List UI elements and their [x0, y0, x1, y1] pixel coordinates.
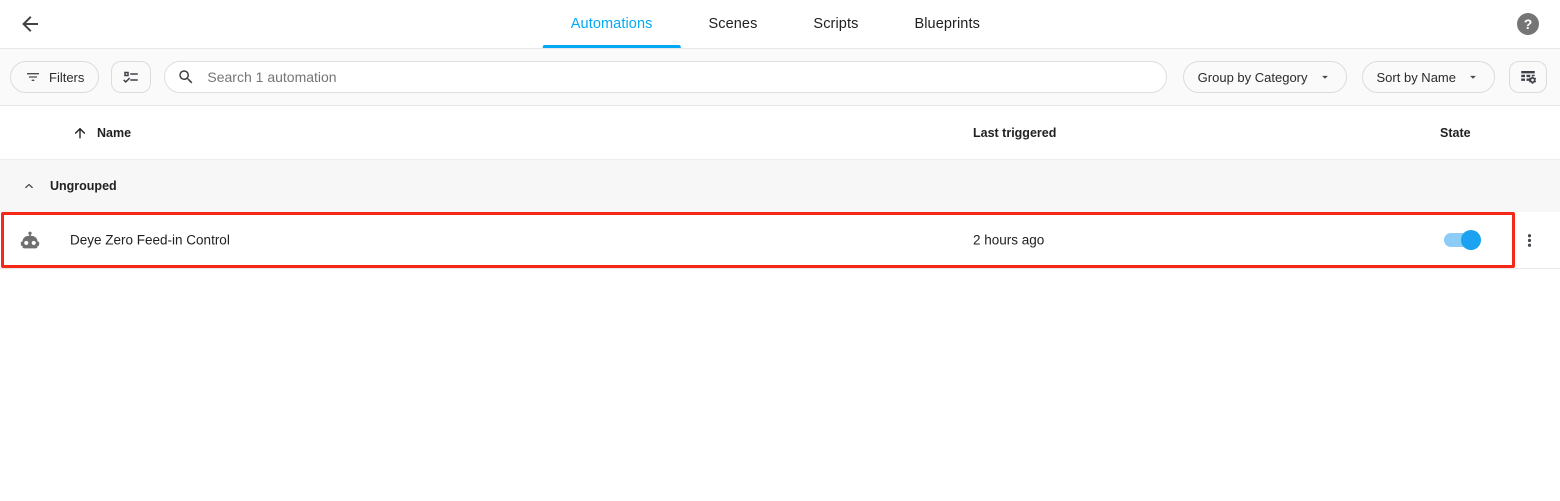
table-header: Name Last triggered State — [0, 106, 1560, 160]
group-by-label: Group by Category — [1198, 70, 1308, 85]
column-header-last-triggered[interactable]: Last triggered — [973, 106, 1056, 159]
filters-button[interactable]: Filters — [10, 61, 99, 93]
search-input[interactable] — [205, 68, 1153, 86]
tab-automations[interactable]: Automations — [543, 0, 681, 48]
filters-label: Filters — [49, 70, 84, 85]
search-box — [164, 61, 1166, 93]
group-row-ungrouped[interactable]: Ungrouped — [0, 160, 1560, 212]
filter-icon — [25, 69, 41, 85]
chevron-down-icon — [1318, 70, 1332, 84]
automations-page: Automations Scenes Scripts Blueprints ? … — [0, 0, 1560, 501]
group-label: Ungrouped — [50, 179, 117, 193]
automation-row[interactable]: Deye Zero Feed-in Control 2 hours ago — [0, 212, 1560, 269]
table-cog-icon — [1519, 68, 1537, 86]
column-header-name[interactable]: Name — [72, 106, 131, 159]
sort-by-button[interactable]: Sort by Name — [1362, 61, 1495, 93]
back-arrow-icon[interactable] — [18, 12, 42, 36]
tab-scenes[interactable]: Scenes — [680, 0, 785, 48]
column-label-last-triggered: Last triggered — [973, 126, 1056, 140]
toolbar: Filters Group by Category Sort by Name — [0, 49, 1560, 106]
chevron-down-icon — [1466, 70, 1480, 84]
chevron-up-icon — [21, 178, 37, 194]
robot-icon — [20, 230, 40, 250]
tab-bar: Automations Scenes Scripts Blueprints — [543, 0, 1008, 48]
sort-arrow-up-icon — [72, 125, 88, 141]
tab-blueprints[interactable]: Blueprints — [886, 0, 1007, 48]
column-label-state: State — [1440, 126, 1471, 140]
help-icon[interactable]: ? — [1517, 13, 1539, 35]
automation-last-triggered: 2 hours ago — [973, 233, 1044, 248]
sort-by-label: Sort by Name — [1377, 70, 1456, 85]
automation-name: Deye Zero Feed-in Control — [70, 233, 230, 248]
automation-toggle[interactable] — [1444, 233, 1478, 247]
tab-scripts[interactable]: Scripts — [785, 0, 886, 48]
row-overflow-menu-icon[interactable] — [1516, 227, 1542, 253]
column-label-name: Name — [97, 126, 131, 140]
top-bar: Automations Scenes Scripts Blueprints ? — [0, 0, 1560, 49]
column-header-state[interactable]: State — [1440, 106, 1471, 159]
toggle-knob — [1461, 230, 1481, 250]
format-list-checks-icon — [122, 68, 140, 86]
table-settings-button[interactable] — [1509, 61, 1547, 93]
search-icon — [177, 68, 195, 86]
selection-mode-button[interactable] — [111, 61, 151, 93]
group-by-button[interactable]: Group by Category — [1183, 61, 1347, 93]
